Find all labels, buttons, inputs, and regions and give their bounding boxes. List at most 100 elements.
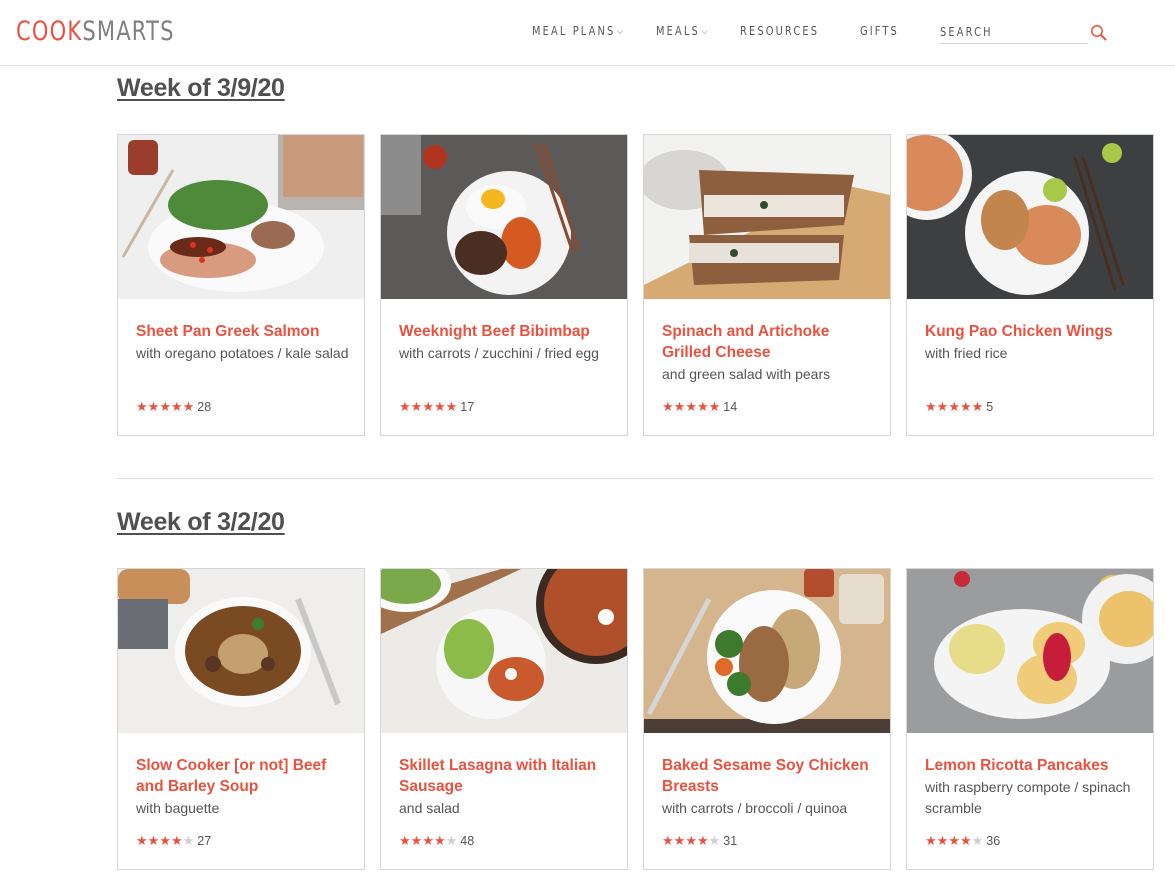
star-filled-icon: ★	[925, 833, 937, 848]
star-filled-icon: ★	[948, 399, 960, 414]
star-filled-icon: ★	[433, 833, 446, 848]
star-rating: ★★★★★	[662, 399, 720, 414]
nav-meals[interactable]: MEALS ⌵	[656, 22, 708, 42]
star-filled-icon: ★	[673, 833, 686, 848]
week-title[interactable]: Week of 3/2/20	[117, 508, 285, 537]
star-filled-icon: ★	[170, 833, 183, 848]
search-icon[interactable]	[1090, 24, 1108, 42]
meal-grid: Sheet Pan Greek Salmon with oregano pota…	[117, 134, 1154, 436]
star-filled-icon: ★	[136, 833, 148, 848]
nav-gifts[interactable]: GIFTS	[860, 22, 899, 40]
chevron-down-icon: ⌵	[616, 26, 624, 37]
meal-card[interactable]: Baked Sesame Soy Chicken Breasts with ca…	[643, 568, 891, 870]
meal-rating: ★★★★★ 28	[136, 399, 211, 417]
meal-rating: ★★★★★ 36	[925, 833, 1000, 851]
star-rating: ★★★★★	[925, 399, 983, 414]
star-filled-icon: ★	[159, 399, 171, 414]
meal-image	[381, 569, 627, 733]
star-filled-icon: ★	[662, 399, 674, 414]
star-filled-icon: ★	[959, 833, 972, 848]
nav-resources-label: RESOURCES	[740, 24, 820, 38]
star-rating: ★★★★★	[399, 399, 457, 414]
nav-meals-label: MEALS	[656, 24, 700, 38]
star-filled-icon: ★	[136, 399, 148, 414]
star-filled-icon: ★	[925, 399, 937, 414]
meal-title[interactable]: Sheet Pan Greek Salmon	[136, 321, 351, 342]
meal-rating: ★★★★★ 5	[925, 399, 993, 417]
star-empty-icon: ★	[445, 833, 458, 848]
meal-rating: ★★★★★ 17	[399, 399, 474, 417]
meal-title[interactable]: Slow Cooker [or not] Beef and Barley Sou…	[136, 755, 351, 797]
star-filled-icon: ★	[685, 399, 697, 414]
meal-image	[381, 135, 627, 299]
meal-title[interactable]: Skillet Lasagna with Italian Sausage	[399, 755, 614, 797]
star-rating: ★★★★★	[136, 833, 194, 848]
meal-title[interactable]: Kung Pao Chicken Wings	[925, 321, 1140, 342]
meal-image	[118, 569, 364, 733]
site-header: COOKSMARTS MEAL PLANS ⌵ MEALS ⌵ RESOURCES …	[0, 0, 1175, 66]
meal-title[interactable]: Spinach and Artichoke Grilled Cheese	[662, 321, 877, 363]
nav-meal-plans[interactable]: MEAL PLANS ⌵	[532, 22, 623, 42]
star-filled-icon: ★	[959, 399, 972, 414]
meal-subtitle: with fried rice	[925, 345, 1008, 361]
review-count: 28	[197, 400, 212, 414]
meal-card[interactable]: Sheet Pan Greek Salmon with oregano pota…	[117, 134, 365, 436]
meal-subtitle: with raspberry compote / spinach scrambl…	[925, 779, 1131, 816]
meal-card[interactable]: Skillet Lasagna with Italian Sausage and…	[380, 568, 628, 870]
star-filled-icon: ★	[708, 399, 721, 414]
meal-subtitle: with carrots / zucchini / fried egg	[399, 345, 599, 361]
star-filled-icon: ★	[971, 399, 984, 414]
meal-card[interactable]: Spinach and Artichoke Grilled Cheese and…	[643, 134, 891, 436]
meal-subtitle: with baguette	[136, 800, 220, 816]
star-empty-icon: ★	[182, 833, 195, 848]
star-rating: ★★★★★	[136, 399, 194, 414]
nav-gifts-label: GIFTS	[860, 24, 899, 38]
star-filled-icon: ★	[422, 399, 434, 414]
star-filled-icon: ★	[696, 399, 709, 414]
star-filled-icon: ★	[685, 833, 697, 848]
review-count: 17	[460, 400, 475, 414]
star-filled-icon: ★	[410, 399, 423, 414]
star-empty-icon: ★	[971, 833, 984, 848]
week-title[interactable]: Week of 3/9/20	[117, 74, 285, 103]
review-count: 27	[197, 834, 212, 848]
star-rating: ★★★★★	[662, 833, 720, 848]
star-rating: ★★★★★	[399, 833, 457, 848]
nav-resources[interactable]: RESOURCES	[740, 22, 819, 40]
star-filled-icon: ★	[147, 833, 160, 848]
meal-title[interactable]: Lemon Ricotta Pancakes	[925, 755, 1140, 776]
meal-subtitle: with carrots / broccoli / quinoa	[662, 800, 848, 816]
meal-card[interactable]: Weeknight Beef Bibimbap with carrots / z…	[380, 134, 628, 436]
star-filled-icon: ★	[147, 399, 160, 414]
star-filled-icon: ★	[433, 399, 446, 414]
meal-grid: Slow Cooker [or not] Beef and Barley Sou…	[117, 568, 1154, 870]
meal-rating: ★★★★★ 31	[662, 833, 737, 851]
star-filled-icon: ★	[948, 833, 960, 848]
meal-image	[907, 135, 1153, 299]
search-input[interactable]	[940, 22, 1055, 42]
star-filled-icon: ★	[159, 833, 171, 848]
star-filled-icon: ★	[399, 399, 411, 414]
review-count: 5	[986, 400, 994, 414]
meal-title[interactable]: Baked Sesame Soy Chicken Breasts	[662, 755, 877, 797]
meal-card[interactable]: Kung Pao Chicken Wings with fried rice ★…	[906, 134, 1154, 436]
star-filled-icon: ★	[399, 833, 411, 848]
nav-meal-plans-label: MEAL PLANS	[532, 24, 616, 38]
meal-rating: ★★★★★ 48	[399, 833, 474, 851]
meal-subtitle: with oregano potatoes / kale salad	[136, 345, 349, 361]
review-count: 31	[723, 834, 738, 848]
meal-rating: ★★★★★ 27	[136, 833, 211, 851]
meal-image	[644, 569, 890, 733]
star-filled-icon: ★	[936, 399, 949, 414]
star-filled-icon: ★	[182, 399, 195, 414]
review-count: 14	[723, 400, 738, 414]
meal-rating: ★★★★★ 14	[662, 399, 737, 417]
meal-image	[907, 569, 1153, 733]
meal-title[interactable]: Weeknight Beef Bibimbap	[399, 321, 614, 342]
star-filled-icon: ★	[673, 399, 686, 414]
meal-card[interactable]: Lemon Ricotta Pancakes with raspberry co…	[906, 568, 1154, 870]
star-filled-icon: ★	[696, 833, 709, 848]
search-field	[940, 22, 1088, 44]
meal-card[interactable]: Slow Cooker [or not] Beef and Barley Sou…	[117, 568, 365, 870]
star-filled-icon: ★	[662, 833, 674, 848]
